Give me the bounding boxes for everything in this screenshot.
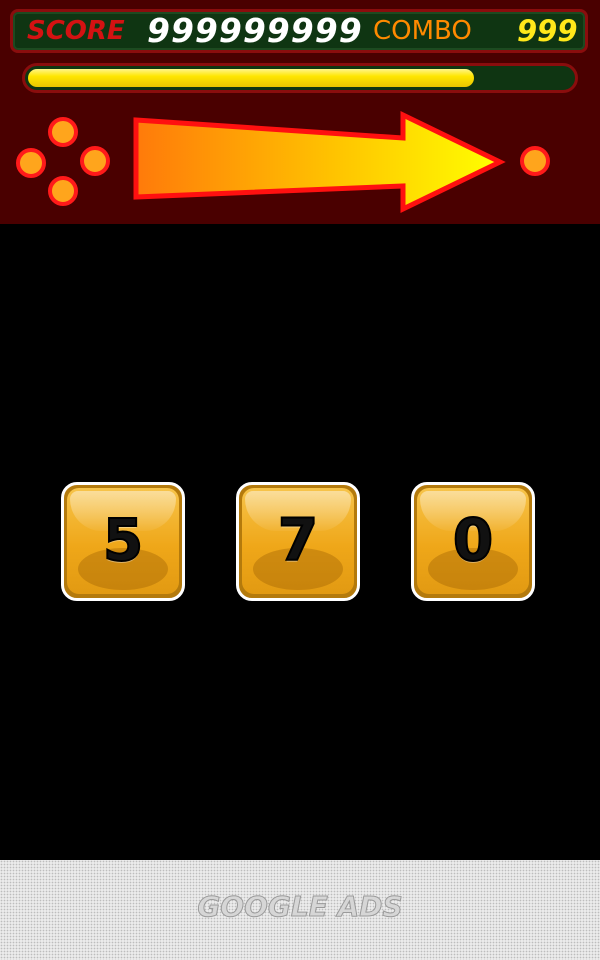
ad-banner-label: GOOGLE ADS [197, 890, 403, 924]
target-dot [520, 146, 550, 176]
direction-arrow-icon [133, 111, 506, 213]
hud-panel: SCORE 999999999 COMBO 999 [0, 0, 600, 224]
tile-digit: 7 [277, 506, 319, 574]
number-tile-2[interactable]: 7 [236, 482, 360, 601]
ad-banner[interactable]: GOOGLE ADS [0, 860, 600, 960]
number-tile-1[interactable]: 5 [61, 482, 185, 601]
number-tile-3[interactable]: 0 [411, 482, 535, 601]
tile-digit: 0 [452, 506, 494, 574]
tile-digit: 5 [102, 506, 144, 574]
